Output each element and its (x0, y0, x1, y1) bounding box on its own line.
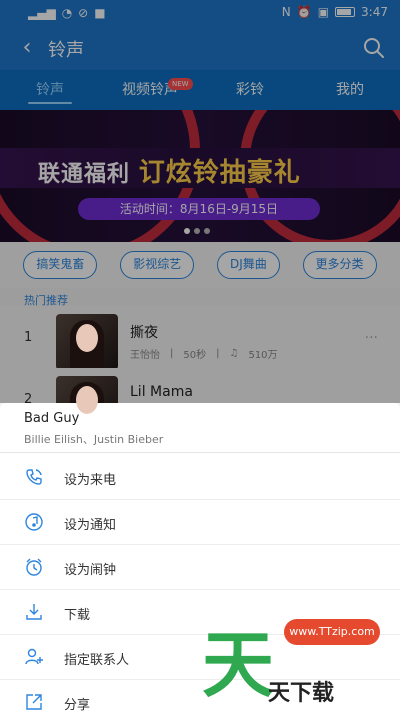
sheet-song-artists: Billie Eilish、Justin Bieber (24, 433, 164, 446)
action-set-ringtone[interactable]: 设为来电 (0, 455, 400, 500)
cover-art (76, 386, 98, 414)
phone-ring-icon (26, 469, 42, 485)
action-label: 下载 (64, 608, 91, 623)
site-watermark: 天 www.TTzip.com 天下载 (202, 619, 382, 709)
download-icon (26, 604, 42, 620)
sheet-song-title: Bad Guy (24, 411, 80, 426)
sheet-header: Bad Guy Billie Eilish、Justin Bieber (0, 403, 400, 453)
watermark-big-char: 天 (202, 623, 275, 707)
alarm-clock-icon (26, 558, 42, 576)
action-set-alarm[interactable]: 设为闹钟 (0, 545, 400, 590)
share-icon (26, 694, 42, 710)
action-label: 分享 (64, 698, 91, 713)
watermark-url: www.TTzip.com (284, 619, 380, 645)
action-label: 指定联系人 (64, 653, 130, 668)
action-label: 设为通知 (64, 518, 117, 533)
cover-art (76, 324, 98, 352)
modal-backdrop[interactable] (0, 0, 400, 403)
watermark-text: 天下载 (268, 681, 335, 706)
action-set-notification[interactable]: 设为通知 (0, 500, 400, 545)
person-add-icon (25, 648, 43, 665)
action-label: 设为闹钟 (64, 563, 117, 578)
music-note-icon (25, 513, 43, 531)
action-label: 设为来电 (64, 473, 117, 488)
